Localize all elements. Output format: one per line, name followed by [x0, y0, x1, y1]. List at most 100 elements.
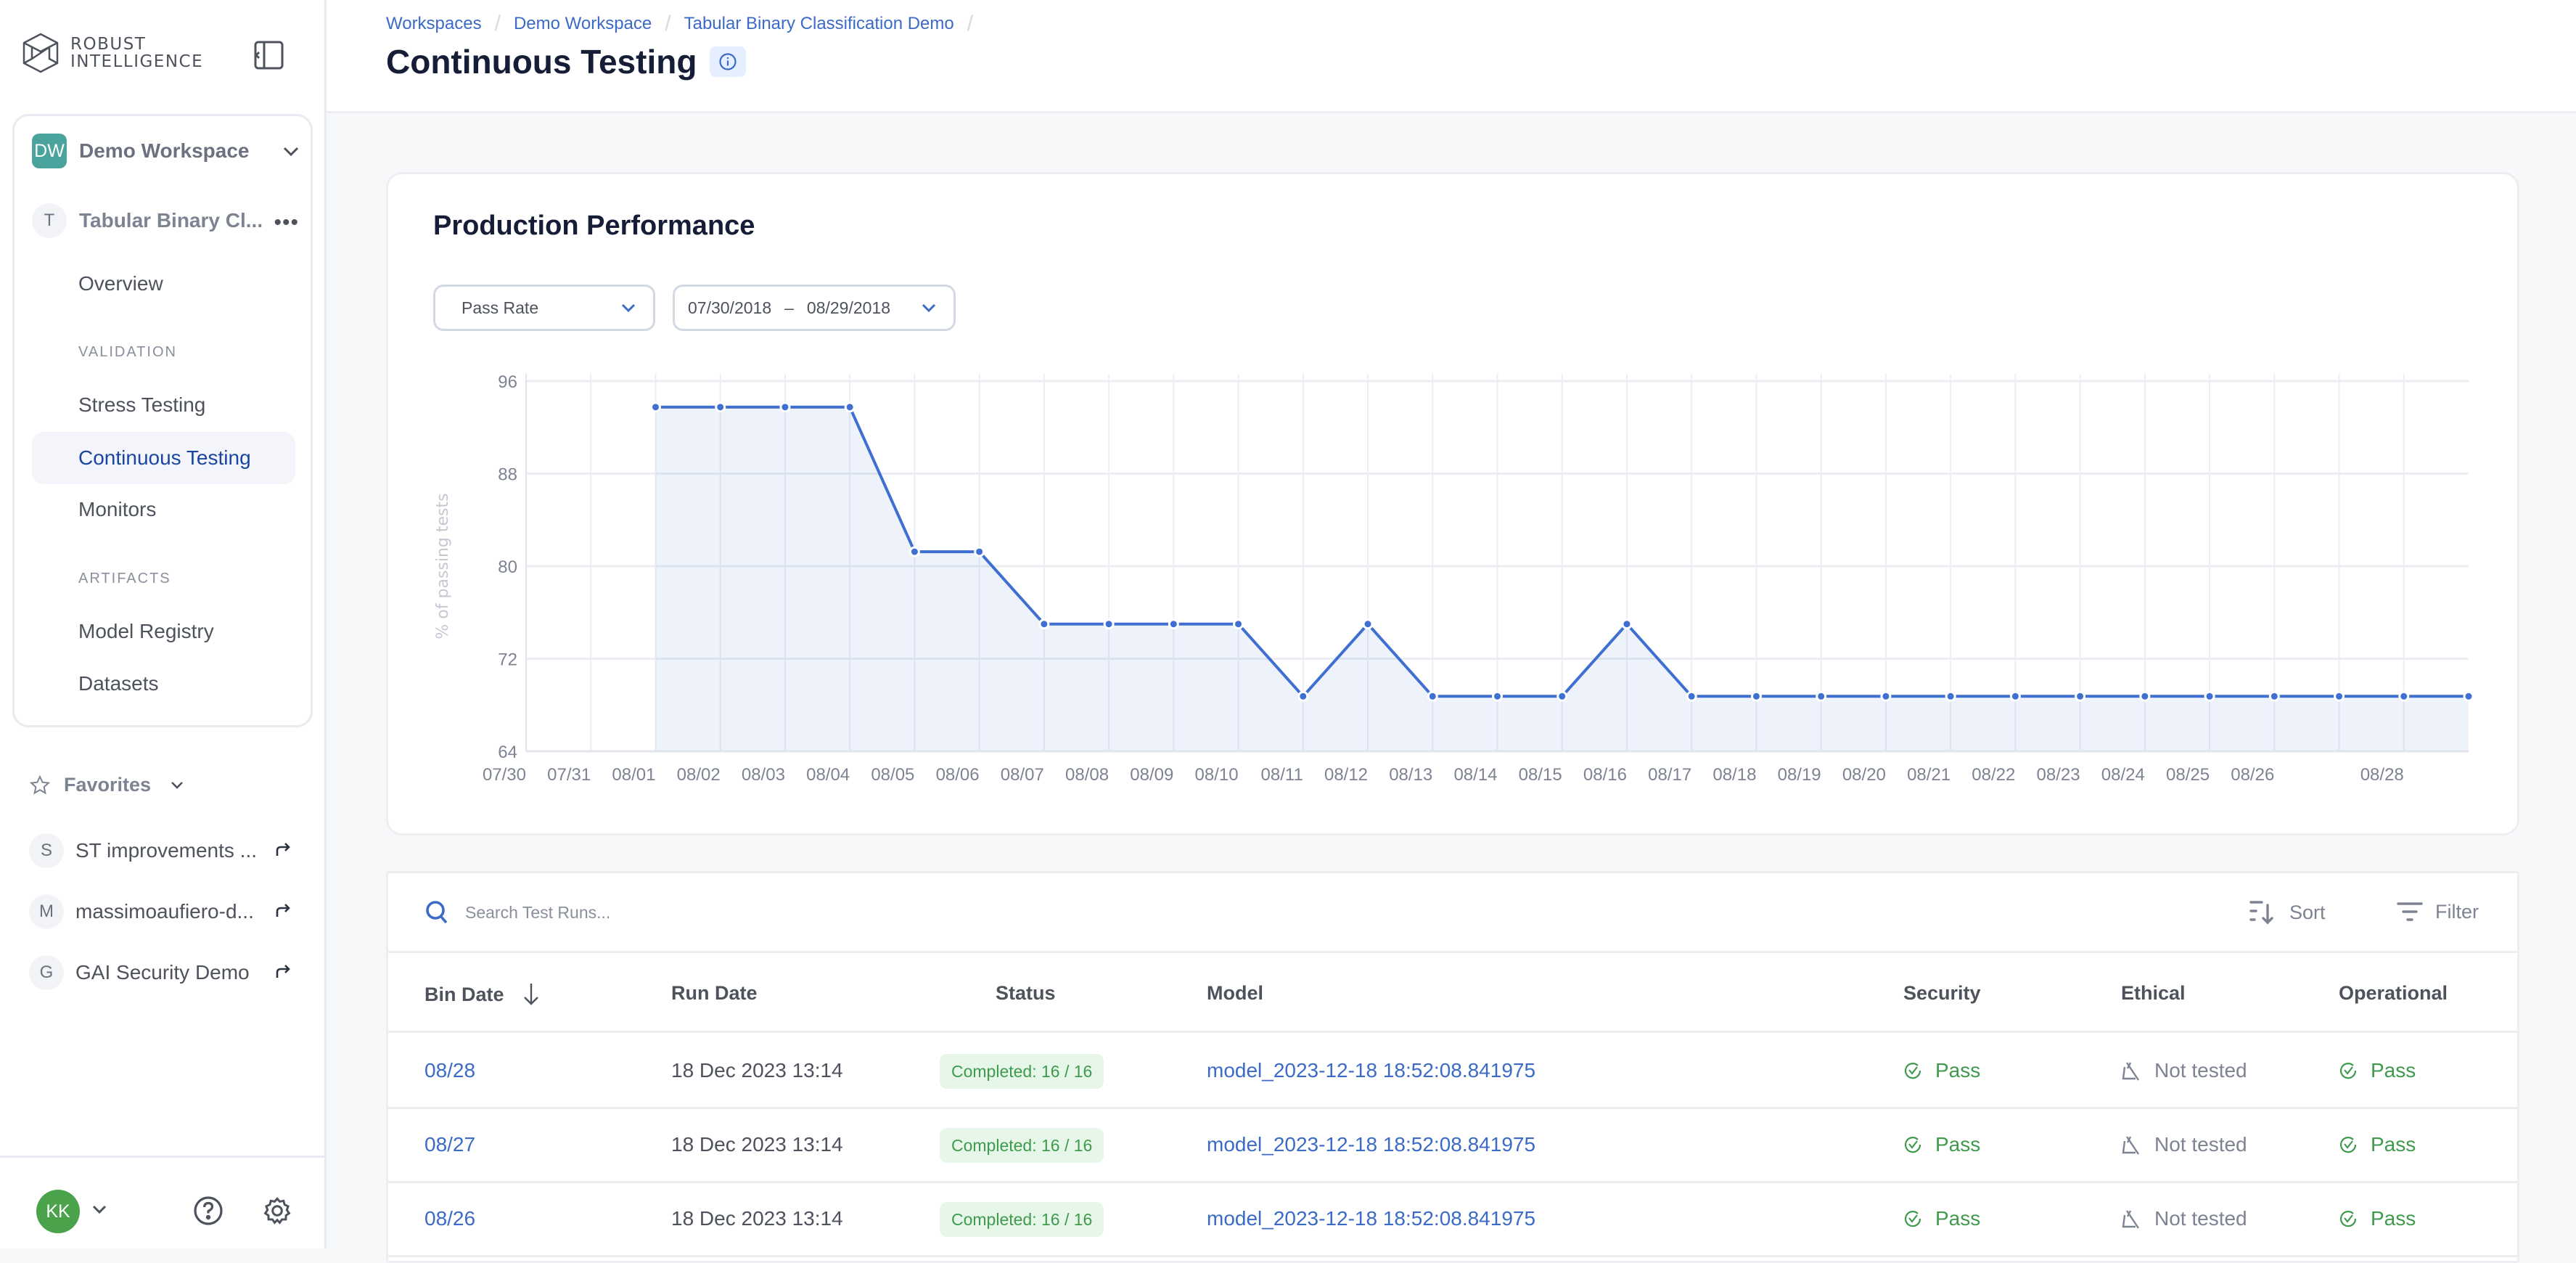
- data-point: [715, 401, 726, 413]
- data-point: [2204, 690, 2215, 702]
- table-toolbar: Sort Filter: [388, 873, 2517, 953]
- share-arrow-icon[interactable]: [274, 962, 292, 980]
- brand-logo[interactable]: ROBUST INTELLIGENCE: [22, 33, 203, 73]
- status-badge: Completed: 16 / 16: [940, 1054, 1104, 1089]
- nav-item-model-registry[interactable]: Model Registry: [32, 605, 295, 658]
- model-link[interactable]: model_2023-12-18 18:52:08.841975: [1207, 1133, 1535, 1156]
- column-header-security[interactable]: Security: [1903, 982, 1981, 1005]
- status-badge: Completed: 16 / 16: [940, 1128, 1104, 1163]
- column-header-ethical[interactable]: Ethical: [2121, 982, 2186, 1005]
- breadcrumb-project[interactable]: Tabular Binary Classification Demo: [684, 14, 954, 34]
- y-tick-label: 96: [498, 372, 517, 392]
- bin-date-link[interactable]: 08/28: [424, 1059, 475, 1082]
- sort-button[interactable]: Sort: [2249, 899, 2326, 925]
- x-tick-label: 08/26: [2231, 765, 2274, 785]
- sort-descending-arrow-icon[interactable]: [522, 982, 541, 1007]
- project-item[interactable]: T Tabular Binary Cl... •••: [32, 203, 300, 238]
- filter-button[interactable]: Filter: [2396, 899, 2479, 924]
- bin-date-link[interactable]: 08/26: [424, 1207, 475, 1230]
- collapse-sidebar-button[interactable]: [253, 40, 284, 70]
- data-point: [1750, 690, 1762, 702]
- x-tick-label: 08/18: [1712, 765, 1756, 785]
- breadcrumb-separator: /: [665, 12, 671, 36]
- column-header-run-date[interactable]: Run Date: [671, 982, 758, 1005]
- data-point: [1945, 690, 1956, 702]
- column-header-status[interactable]: Status: [996, 982, 1056, 1005]
- chevron-down-icon: [171, 781, 183, 789]
- bin-date-link[interactable]: 08/27: [424, 1133, 475, 1156]
- ethical-status: Not tested: [2121, 1207, 2247, 1230]
- help-icon[interactable]: [193, 1195, 223, 1226]
- workspace-avatar: DW: [32, 134, 67, 168]
- data-point: [2398, 690, 2410, 702]
- x-tick-label: 07/30: [483, 765, 526, 785]
- x-tick-label: 08/23: [2037, 765, 2080, 785]
- share-arrow-icon[interactable]: [274, 841, 292, 858]
- run-date: 18 Dec 2023 13:14: [671, 1133, 843, 1156]
- more-options-icon[interactable]: •••: [274, 210, 299, 235]
- nav-item-stress-testing[interactable]: Stress Testing: [32, 379, 295, 431]
- x-tick-label: 08/13: [1389, 765, 1432, 785]
- data-point: [2268, 690, 2280, 702]
- info-button[interactable]: [710, 46, 747, 77]
- pass-check-icon: [2339, 1063, 2357, 1079]
- x-tick-label: 08/12: [1324, 765, 1368, 785]
- data-point: [1103, 618, 1115, 630]
- data-point: [1297, 690, 1309, 702]
- favorite-item[interactable]: G GAI Security Demo: [29, 955, 298, 990]
- nav-item-overview[interactable]: Overview: [32, 258, 295, 310]
- x-tick-label: 08/15: [1519, 765, 1562, 785]
- gear-icon[interactable]: [261, 1195, 293, 1226]
- section-label-validation: VALIDATION: [78, 344, 177, 360]
- status-badge: Completed: 16 / 16: [940, 1202, 1104, 1237]
- y-tick-label: 88: [498, 465, 517, 485]
- workspace-selector[interactable]: DW Demo Workspace: [32, 134, 300, 168]
- breadcrumb-demo-workspace[interactable]: Demo Workspace: [514, 14, 652, 34]
- data-point: [1621, 618, 1633, 630]
- pass-check-icon: [1904, 1137, 1921, 1153]
- table-row[interactable]: 08/26 18 Dec 2023 13:14 Completed: 16 / …: [388, 1183, 2517, 1257]
- column-header-operational[interactable]: Operational: [2339, 982, 2448, 1005]
- not-tested-icon: [2122, 1062, 2139, 1081]
- workspace-name: Demo Workspace: [79, 139, 250, 162]
- model-link[interactable]: model_2023-12-18 18:52:08.841975: [1207, 1059, 1535, 1082]
- nav-item-continuous-testing[interactable]: Continuous Testing: [32, 432, 295, 484]
- search-input[interactable]: [465, 902, 901, 923]
- nav-item-monitors[interactable]: Monitors: [32, 483, 295, 536]
- breadcrumb-workspaces[interactable]: Workspaces: [386, 14, 482, 34]
- production-performance-card: Production Performance Pass Rate 07/30/2…: [386, 172, 2519, 835]
- table-row[interactable]: 08/27 18 Dec 2023 13:14 Completed: 16 / …: [388, 1109, 2517, 1183]
- favorite-item[interactable]: S ST improvements ...: [29, 833, 298, 868]
- project-name: Tabular Binary Cl...: [79, 209, 263, 232]
- operational-status: Pass: [2339, 1059, 2416, 1082]
- data-point: [1816, 690, 1827, 702]
- share-arrow-icon[interactable]: [274, 902, 292, 919]
- x-tick-label: 08/25: [2166, 765, 2210, 785]
- column-header-model[interactable]: Model: [1207, 982, 1263, 1005]
- x-tick-label: 08/01: [612, 765, 655, 785]
- run-date: 18 Dec 2023 13:14: [671, 1059, 843, 1082]
- info-icon: [719, 53, 737, 70]
- column-header-bin-date[interactable]: Bin Date: [424, 982, 541, 1007]
- chevron-down-icon[interactable]: [91, 1203, 108, 1216]
- y-axis-label: % of passing tests: [434, 493, 452, 639]
- page-title: Continuous Testing: [386, 43, 697, 81]
- table-row[interactable]: 08/28 18 Dec 2023 13:14 Completed: 16 / …: [388, 1035, 2517, 1109]
- nav-item-datasets[interactable]: Datasets: [32, 658, 295, 710]
- breadcrumb-separator: /: [967, 12, 974, 36]
- favorite-item[interactable]: M massimoaufiero-d...: [29, 894, 298, 929]
- pass-check-icon: [1904, 1063, 1921, 1079]
- data-point: [908, 546, 920, 557]
- favorites-toggle[interactable]: Favorites: [29, 774, 184, 796]
- page-title-row: Continuous Testing: [386, 42, 747, 81]
- pass-rate-chart: 64 72 80 88 96 07/30 07/31 08/01 08/02 08/03 08/04…: [434, 372, 2474, 785]
- data-point: [1038, 618, 1050, 630]
- user-avatar[interactable]: KK: [36, 1190, 80, 1233]
- model-link[interactable]: model_2023-12-18 18:52:08.841975: [1207, 1207, 1535, 1230]
- star-icon: [29, 774, 51, 794]
- x-tick-label: 08/05: [871, 765, 914, 785]
- data-point: [1686, 690, 1697, 702]
- data-point: [844, 401, 856, 413]
- pass-check-icon: [1904, 1211, 1921, 1227]
- section-label-artifacts: ARTIFACTS: [78, 571, 171, 586]
